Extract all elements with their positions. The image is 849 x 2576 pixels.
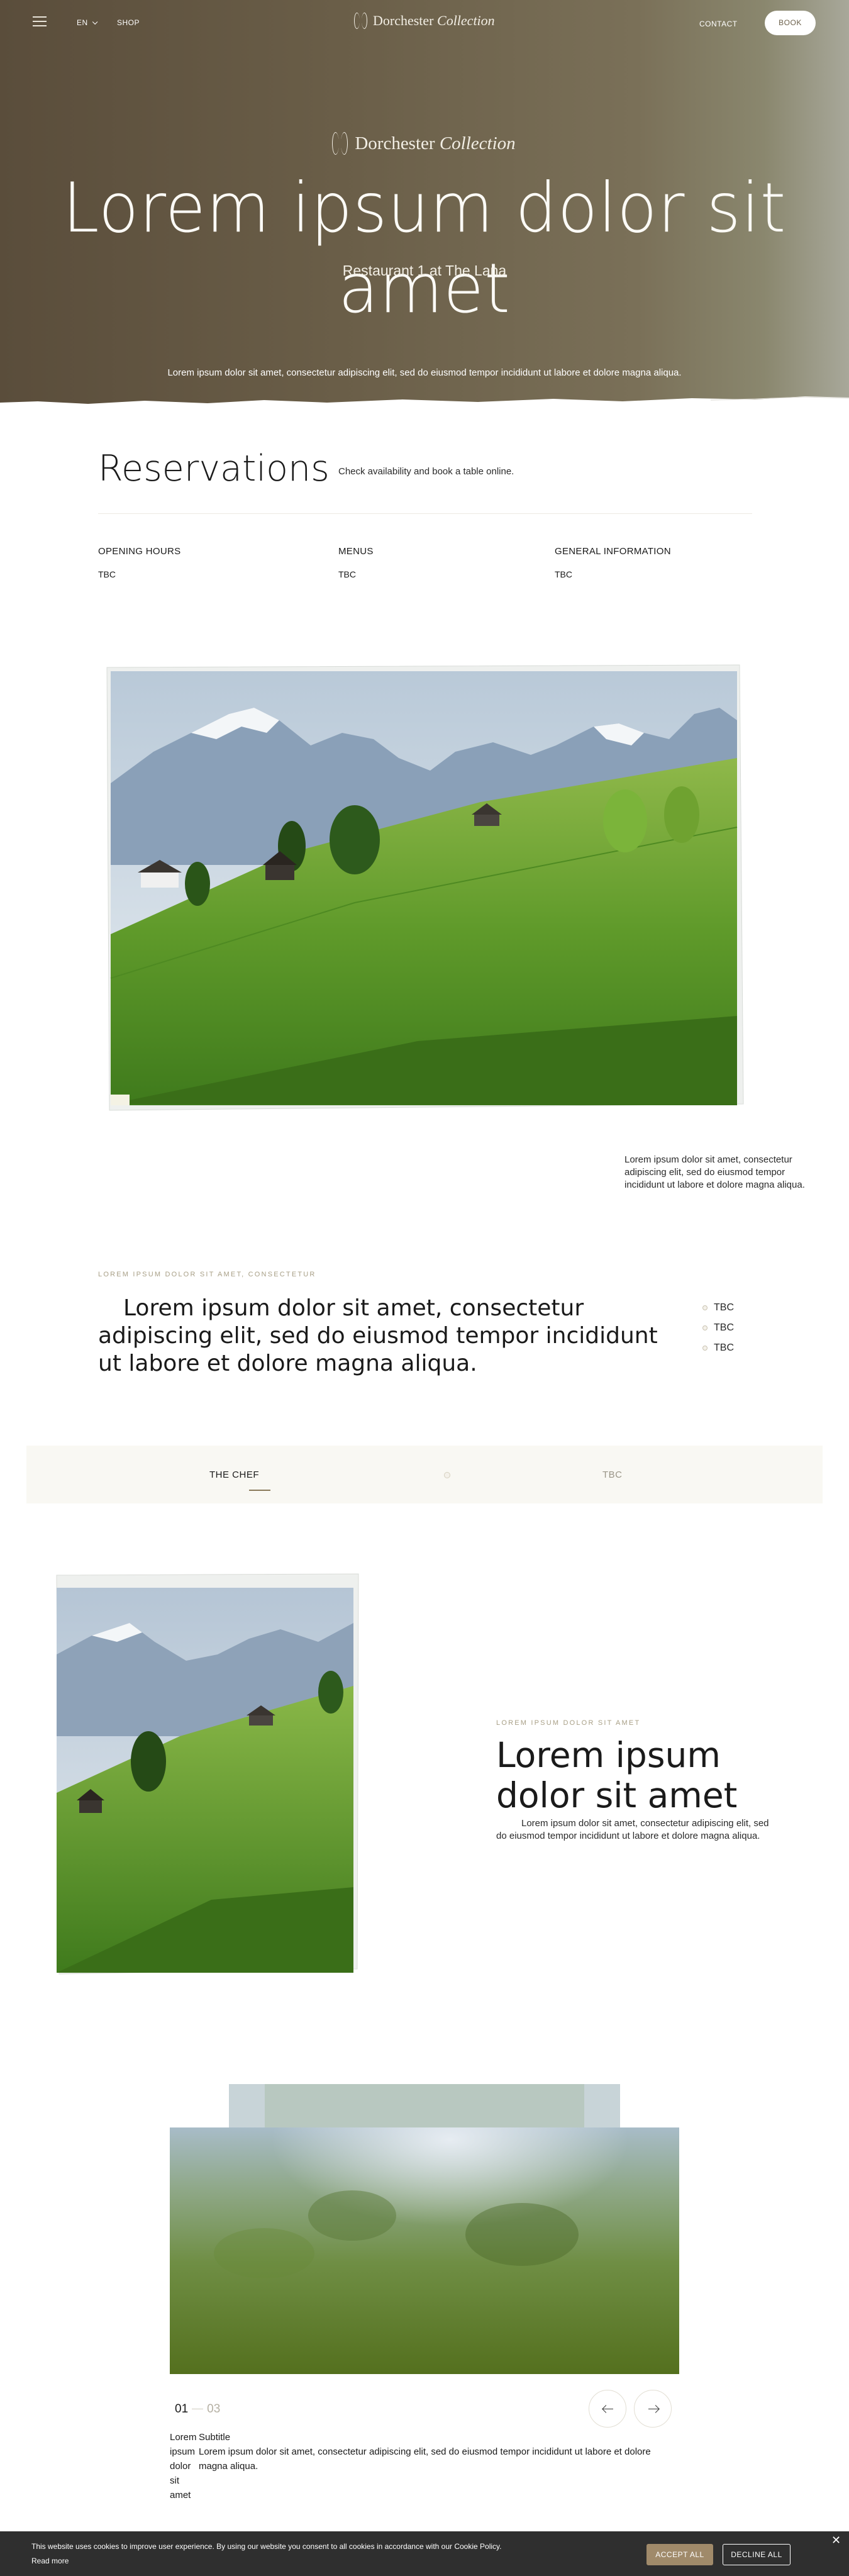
cookie-read-more-link[interactable]: Read more — [31, 2556, 69, 2565]
brand-name: Dorchester — [373, 13, 434, 28]
column-heading: GENERAL INFORMATION — [555, 546, 671, 557]
chevron-down-icon — [92, 19, 98, 25]
column-heading: OPENING HOURS — [98, 546, 181, 557]
column-value: TBC — [98, 569, 116, 579]
decline-all-button[interactable]: DECLINE ALL — [723, 2544, 791, 2565]
feature-side-text: Lorem ipsum dolor sit amet, consectetur … — [624, 1154, 805, 1190]
hero-brand-logo: Dorchester Collection — [0, 132, 849, 155]
bullet-dot-icon — [702, 1346, 708, 1351]
opening-hours-column: OPENING HOURS TBC — [98, 546, 180, 579]
caption-text: Lorem ipsum dolor sit amet, consectetur … — [199, 2446, 651, 2472]
contact-link[interactable]: CONTACT — [699, 20, 738, 28]
menus-column: MENUS TBC — [338, 546, 374, 579]
chef-section-image — [54, 1573, 361, 1977]
hero-brand-name: Dorchester — [355, 133, 435, 153]
language-selector[interactable]: EN — [77, 18, 98, 27]
column-heading: MENUS — [338, 546, 374, 557]
chef-description: Lorem ipsum dolor sit amet, consectetur … — [496, 1818, 769, 1841]
reservations-description: Check availability and book a table onli… — [338, 466, 514, 477]
general-information-column: GENERAL INFORMATION TBC — [555, 546, 671, 579]
hero-section: EN SHOP Dorchester Collection CONTACT BO… — [0, 0, 849, 408]
gallery-back-image-2 — [229, 2084, 620, 2128]
brand-name-italic: Collection — [437, 13, 495, 28]
torn-edge-divider — [0, 396, 849, 408]
dorchester-logo-icon — [332, 132, 348, 155]
cookie-message: This website uses cookies to improve use… — [31, 2542, 502, 2551]
reservations-title: Reservations — [98, 448, 330, 489]
list-item: TBC — [702, 1342, 734, 1354]
language-label: EN — [77, 18, 88, 27]
hero-subtitle: Restaurant 1 at The Lana — [342, 262, 507, 279]
active-tab-indicator — [249, 1490, 270, 1491]
column-value: TBC — [338, 569, 356, 579]
chef-title: Lorem ipsum dolor sit amet — [496, 1735, 738, 1815]
gallery-total: 03 — [207, 2402, 221, 2416]
tab-the-chef[interactable]: THE CHEF — [209, 1469, 259, 1480]
gallery-main-image — [170, 2127, 679, 2374]
gallery-next-button[interactable] — [634, 2390, 672, 2428]
feature-landscape-image — [103, 664, 747, 1113]
caption-subtitle: Subtitle — [199, 2432, 231, 2443]
info-list: TBC TBC TBC — [702, 1302, 734, 1363]
section-tabs: THE CHEF TBC — [26, 1446, 823, 1503]
tab-tbc[interactable]: TBC — [602, 1469, 623, 1480]
bullet-dot-icon — [702, 1305, 708, 1310]
bullet-dot-icon — [702, 1325, 708, 1330]
list-item: TBC — [702, 1302, 734, 1313]
caption-label: Lorem ipsum dolor sit amet — [170, 2432, 197, 2501]
chef-eyebrow: LOREM IPSUM DOLOR SIT AMET — [496, 1719, 641, 1727]
gallery-counter: 01 03 — [175, 2402, 220, 2416]
gallery-current: 01 — [175, 2402, 189, 2416]
book-button[interactable]: BOOK — [765, 11, 816, 35]
divider — [98, 513, 752, 514]
hero-brand-name-italic: Collection — [439, 133, 516, 153]
dorchester-logo-icon — [354, 13, 367, 29]
list-item: TBC — [702, 1322, 734, 1334]
gallery-prev-button[interactable] — [589, 2390, 626, 2428]
quote-eyebrow: LOREM IPSUM DOLOR SIT AMET, CONSECTETUR — [98, 1271, 316, 1278]
tab-separator-dot-icon — [444, 1472, 450, 1478]
top-navigation: EN SHOP Dorchester Collection CONTACT BO… — [0, 0, 849, 45]
accept-all-button[interactable]: ACCEPT ALL — [646, 2544, 713, 2565]
hero-description: Lorem ipsum dolor sit amet, consectetur … — [167, 367, 682, 378]
column-value: TBC — [555, 569, 572, 579]
shop-link[interactable]: SHOP — [117, 18, 140, 27]
brand-logo[interactable]: Dorchester Collection — [354, 13, 495, 29]
close-icon[interactable]: ✕ — [831, 2534, 841, 2547]
pull-quote: Lorem ipsum dolor sit amet, consectetur … — [98, 1295, 658, 1376]
hamburger-menu-icon[interactable] — [33, 16, 47, 26]
cookie-banner: This website uses cookies to improve use… — [0, 2531, 849, 2576]
hero-title: Lorem ipsum dolor sit amet — [62, 167, 787, 329]
gallery-caption: Lorem ipsum dolor sit amet Subtitle Lore… — [170, 2430, 660, 2502]
